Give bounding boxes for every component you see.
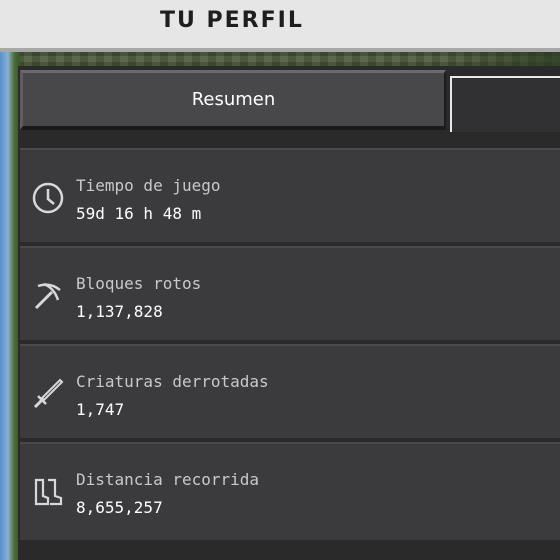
stat-label: Bloques rotos — [76, 274, 202, 293]
stat-label: Tiempo de juego — [76, 176, 221, 195]
stat-card-play-time: Tiempo de juego 59d 16 h 48 m — [20, 148, 560, 242]
title-bar: TU PERFIL — [0, 0, 560, 52]
tab-secondary[interactable] — [450, 76, 560, 132]
stat-label: Criaturas derrotadas — [76, 372, 269, 391]
stat-value: 59d 16 h 48 m — [76, 204, 202, 223]
stat-card-distance: Distancia recorrida 8,655,257 — [20, 442, 560, 540]
sword-icon — [33, 378, 64, 409]
tab-resumen[interactable]: Resumen — [20, 70, 446, 130]
stat-label: Distancia recorrida — [76, 470, 260, 489]
boots-icon — [34, 478, 63, 506]
page-title: TU PERFIL — [160, 8, 304, 33]
clock-icon — [32, 182, 64, 214]
tab-resumen-label: Resumen — [191, 89, 276, 110]
stat-card-blocks-broken: Bloques rotos 1,137,828 — [20, 246, 560, 340]
pickaxe-icon — [34, 282, 61, 310]
stat-value: 1,137,828 — [76, 302, 163, 321]
stat-card-mobs-defeated: Criaturas derrotadas 1,747 — [20, 344, 560, 438]
stat-value: 1,747 — [76, 400, 125, 419]
stat-value: 8,655,257 — [76, 498, 163, 517]
